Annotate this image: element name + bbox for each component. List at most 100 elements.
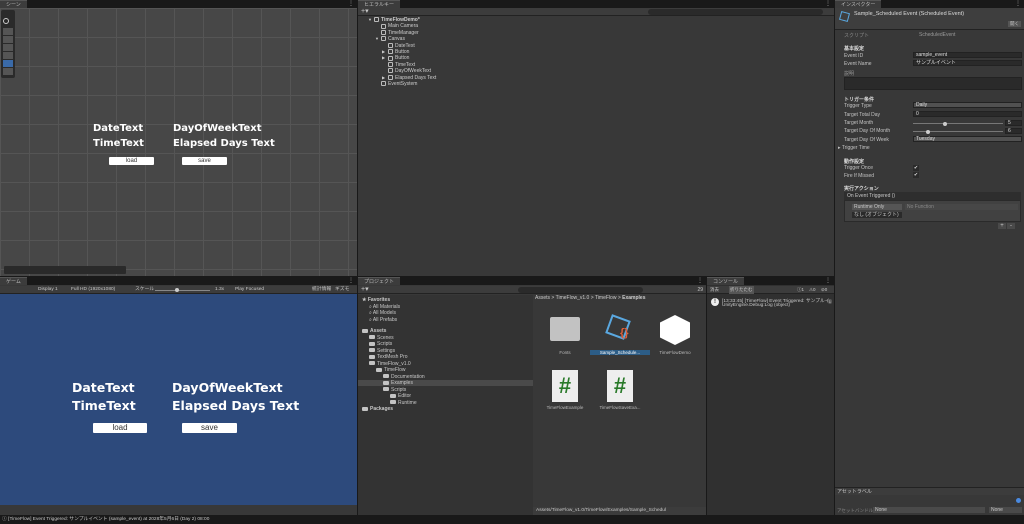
orientation-icon[interactable] xyxy=(3,18,9,24)
target-month-slider[interactable] xyxy=(913,121,1003,126)
game-view[interactable]: DateText TimeText DayOfWeekText Elapsed … xyxy=(0,294,357,505)
tab-game[interactable]: ゲーム xyxy=(0,277,27,285)
scale-tool-icon[interactable] xyxy=(3,52,13,59)
hierarchy-item[interactable]: EventSystem xyxy=(375,81,417,87)
tab-inspector[interactable]: インスペクター xyxy=(835,0,882,8)
project-tree-item[interactable]: TimeFlow_v1.0 xyxy=(369,361,411,367)
hierarchy-item[interactable]: DateText xyxy=(382,43,415,49)
more-icon[interactable]: ⋮ xyxy=(697,277,703,285)
hierarchy-search-input[interactable] xyxy=(648,9,823,15)
more-icon[interactable]: ⋮ xyxy=(825,277,831,285)
hierarchy-item[interactable]: ▶ Button xyxy=(382,55,409,61)
target-month-field[interactable]: 5 xyxy=(1005,120,1022,126)
tab-console[interactable]: コンソール xyxy=(707,277,745,285)
play-mode-dropdown[interactable]: Play Focused xyxy=(235,286,264,294)
more-icon[interactable]: ⋮ xyxy=(348,277,354,285)
project-tree-item[interactable]: ⌕ All Materials xyxy=(369,304,400,310)
asset-variant-dropdown[interactable]: None xyxy=(989,507,1022,513)
hidden-count[interactable]: 29 xyxy=(697,286,703,294)
asset-bundle-dropdown[interactable]: None xyxy=(873,507,985,513)
breadcrumb-item[interactable]: Examples xyxy=(622,295,645,301)
trigger-time-foldout[interactable]: ▸ Trigger Time xyxy=(838,145,870,151)
description-field[interactable] xyxy=(844,77,1022,90)
target-dom-field[interactable]: 6 xyxy=(1005,128,1022,134)
status-message[interactable]: [TimeFlow] Event Triggered: サンプルイベント (sa… xyxy=(8,517,209,522)
event-id-field[interactable]: sample_event xyxy=(913,52,1022,58)
console-entry[interactable]: ! [13:33:45] [TimeFlow] Event Triggered:… xyxy=(707,296,834,310)
display-dropdown[interactable]: Display 1 xyxy=(38,286,58,294)
rect-tool-icon[interactable] xyxy=(3,60,13,67)
scene-time-text[interactable]: TimeText xyxy=(93,138,144,149)
stats-button[interactable]: 統計情報 xyxy=(312,286,331,294)
event-name-field[interactable]: サンプルイベント xyxy=(913,60,1022,66)
error-filter[interactable]: ⊘0 xyxy=(821,286,827,294)
breadcrumb-item[interactable]: Assets xyxy=(535,295,550,301)
info-filter[interactable]: ⓘ1 xyxy=(797,286,804,294)
scene-elapsed-text[interactable]: Elapsed Days Text xyxy=(173,138,275,149)
project-tree-item[interactable]: ⌕ All Models xyxy=(369,310,396,316)
scene-save-button[interactable]: save xyxy=(182,157,227,165)
project-tree-item[interactable]: Documentation xyxy=(383,374,425,380)
runtime-dropdown[interactable]: Runtime Only xyxy=(852,204,902,210)
remove-listener-button[interactable]: - xyxy=(1007,223,1015,229)
target-dom-slider[interactable] xyxy=(913,129,1003,134)
resolution-dropdown[interactable]: Full HD (1920x1080) xyxy=(71,286,115,294)
create-icon[interactable]: +▾ xyxy=(361,286,369,294)
breadcrumb-item[interactable]: TimeFlow xyxy=(595,295,616,301)
project-tree-item[interactable]: TimeFlow xyxy=(376,367,405,373)
scene-load-button[interactable]: load xyxy=(109,157,154,165)
project-tree-item[interactable]: ★ Favorites xyxy=(362,297,390,303)
script-field[interactable]: ScheduledEvent xyxy=(919,32,955,38)
total-day-field[interactable]: 0 xyxy=(913,111,1022,117)
project-tree-item[interactable]: Examples xyxy=(358,380,533,386)
fire-if-missed-checkbox[interactable]: ✔ xyxy=(913,172,919,178)
gizmos-button[interactable]: ギズモ xyxy=(335,286,349,294)
add-icon[interactable]: +▾ xyxy=(361,8,369,16)
hierarchy-item[interactable]: ▼ TimeFlowDemo* xyxy=(368,17,420,23)
project-search-input[interactable] xyxy=(518,287,643,293)
hierarchy-item[interactable]: DayOfWeekText xyxy=(382,68,431,74)
more-icon[interactable]: ⋮ xyxy=(1015,0,1021,8)
clear-button[interactable]: 消去 xyxy=(710,286,719,294)
slider-knob[interactable] xyxy=(943,121,948,126)
open-button[interactable]: 開く xyxy=(1008,21,1021,27)
scale-slider[interactable] xyxy=(155,288,210,292)
asset-item[interactable]: TimeFlowDemo xyxy=(655,313,695,363)
trigger-type-dropdown[interactable]: Daily xyxy=(913,102,1022,108)
asset-item[interactable]: # TimeFlowExample xyxy=(545,368,585,418)
project-tree-item[interactable]: TextMesh Pro xyxy=(369,354,408,360)
object-field[interactable]: なし (オブジェクト) xyxy=(852,212,902,218)
warning-filter[interactable]: ⚠0 xyxy=(809,286,816,294)
hierarchy-item[interactable]: ▼ Canvas xyxy=(375,36,405,42)
rotate-tool-icon[interactable] xyxy=(3,44,13,51)
project-tree-item[interactable]: Assets xyxy=(362,328,386,334)
move-tool-icon[interactable] xyxy=(3,36,13,43)
project-tree-item[interactable]: Settings xyxy=(369,348,395,354)
game-load-button[interactable]: load xyxy=(93,423,147,433)
tab-scene[interactable]: シーン xyxy=(0,0,27,8)
hierarchy-item[interactable]: TimeText xyxy=(382,62,415,68)
project-tree-item[interactable]: Scripts xyxy=(369,341,392,347)
add-listener-button[interactable]: + xyxy=(998,223,1006,229)
hierarchy-item[interactable]: Main Camera xyxy=(375,23,418,29)
tab-project[interactable]: プロジェクト xyxy=(358,277,401,285)
project-tree-item[interactable]: ⌕ All Prefabs xyxy=(369,317,397,323)
asset-label-icon[interactable] xyxy=(1016,498,1021,503)
slider-knob[interactable] xyxy=(175,288,179,292)
scene-date-text[interactable]: DateText xyxy=(93,123,143,134)
project-tree-item[interactable]: Runtime xyxy=(390,400,417,406)
hand-tool-icon[interactable] xyxy=(3,28,13,35)
hierarchy-item[interactable]: ▶ Button xyxy=(382,49,409,55)
game-save-button[interactable]: save xyxy=(182,423,237,433)
asset-item[interactable]: # TimeFlowSaveExa... xyxy=(599,368,641,418)
tab-hierarchy[interactable]: ヒエラルキー xyxy=(358,0,401,8)
scene-dow-text[interactable]: DayOfWeekText xyxy=(173,123,262,134)
project-tree-item[interactable]: Scenes xyxy=(369,335,394,341)
target-dow-dropdown[interactable]: Tuesday xyxy=(913,136,1022,142)
more-icon[interactable]: ⋮ xyxy=(825,0,831,8)
hierarchy-item[interactable]: TimeManager xyxy=(375,30,419,36)
project-tree-item[interactable]: Packages xyxy=(362,406,393,412)
asset-item[interactable]: Fonts xyxy=(545,313,585,363)
collapse-button[interactable]: 折りたたむ xyxy=(729,286,754,294)
function-dropdown[interactable]: No Function xyxy=(905,204,1018,210)
